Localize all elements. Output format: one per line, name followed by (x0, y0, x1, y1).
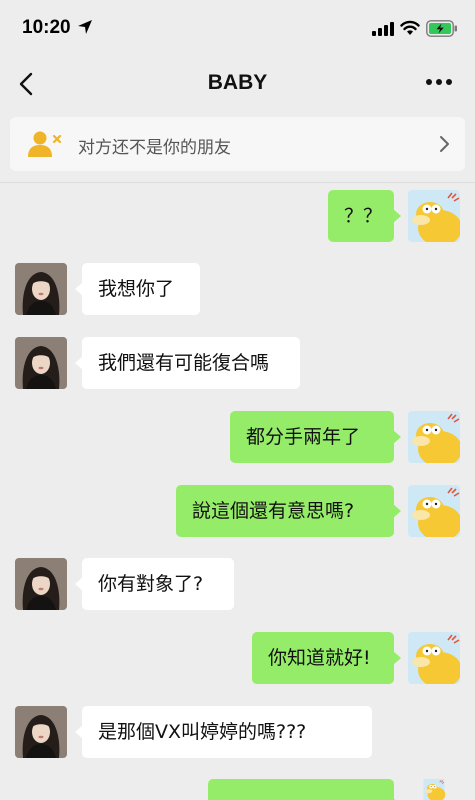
status-bar: 10:20 (0, 0, 475, 58)
wifi-icon (400, 20, 420, 35)
my-avatar[interactable] (408, 632, 460, 684)
message-bubble-in[interactable]: 我想你了 (75, 263, 200, 315)
status-time: 10:20 (22, 17, 71, 38)
message-bubble-out[interactable]: 都分手兩年了 (230, 411, 401, 463)
notice-text: 对方还不是你的朋友 (78, 138, 231, 158)
battery-charging-icon (426, 20, 457, 37)
my-avatar[interactable] (408, 779, 460, 800)
message-bubble-out[interactable] (208, 779, 401, 800)
my-avatar[interactable] (408, 190, 460, 242)
cellular-signal-icon (372, 22, 394, 36)
my-avatar[interactable] (408, 411, 460, 463)
message-bubble-out[interactable]: 說這個還有意思嗎? (176, 485, 401, 537)
nav-bar: BABY (0, 58, 475, 110)
message-bubble-in[interactable]: 是那個VX叫婷婷的嗎??? (75, 706, 372, 758)
contact-avatar[interactable] (15, 706, 67, 758)
my-avatar[interactable] (408, 485, 460, 537)
message-bubble-out[interactable]: 你知道就好! (252, 632, 401, 684)
chevron-right-icon (440, 136, 449, 152)
not-friend-banner[interactable]: 对方还不是你的朋友 (10, 117, 465, 171)
message-bubble-out[interactable]: ？？ (328, 190, 401, 242)
chat-title: BABY (207, 71, 268, 94)
contact-avatar[interactable] (15, 337, 67, 389)
contact-avatar[interactable] (15, 263, 67, 315)
divider (0, 182, 475, 183)
message-bubble-in[interactable]: 我們還有可能復合嗎 (75, 337, 300, 389)
contact-avatar[interactable] (15, 558, 67, 610)
more-dots-icon[interactable] (425, 78, 453, 86)
message-bubble-in[interactable]: 你有對象了? (75, 558, 234, 610)
location-arrow-icon (78, 20, 92, 34)
user-not-friend-icon (28, 131, 62, 157)
